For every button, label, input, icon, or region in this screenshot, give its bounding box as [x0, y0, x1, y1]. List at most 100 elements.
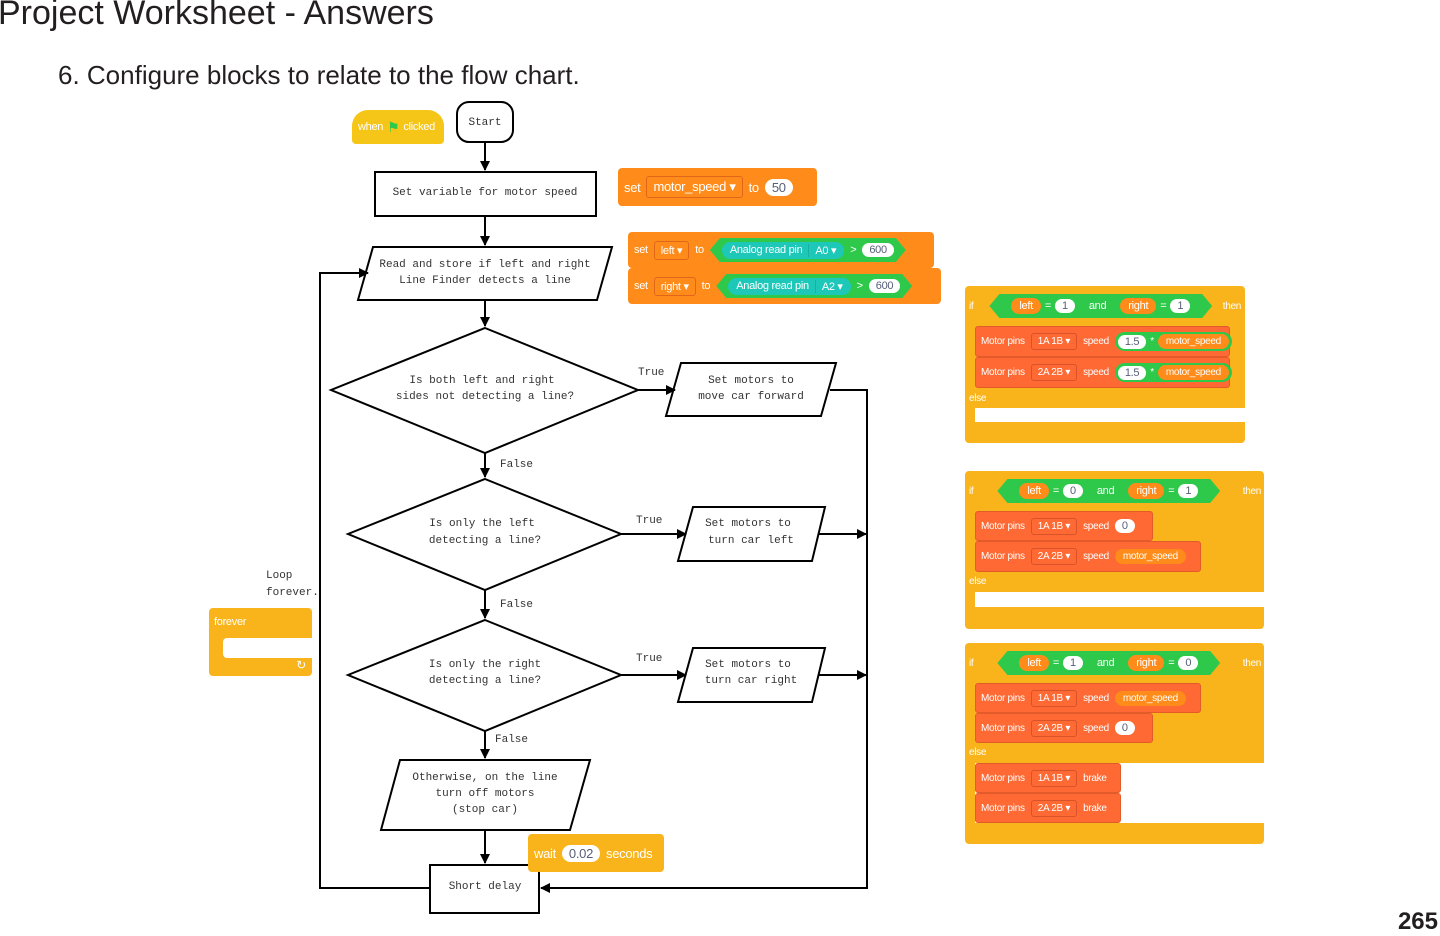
pins-dropdown[interactable]: 1A 1B ▾	[1030, 333, 1078, 350]
motor-block[interactable]: Motor pins 1A 1B ▾ speed 0	[975, 511, 1153, 541]
pins-dropdown[interactable]: 2A 2B ▾	[1030, 719, 1078, 737]
right-equals[interactable]: right = 1	[1118, 480, 1208, 502]
variable-name: motor_speed	[653, 179, 727, 194]
true-label: True	[638, 367, 664, 379]
pins-dropdown[interactable]: 1A 1B ▾	[1030, 517, 1078, 535]
pins-dropdown[interactable]: 2A 2B ▾	[1030, 364, 1078, 381]
and-condition[interactable]: left = 1 and right = 0	[997, 651, 1220, 675]
pins-dropdown[interactable]: 2A 2B ▾	[1030, 799, 1078, 817]
forever-text: forever	[214, 616, 247, 628]
right-variable: right	[1128, 655, 1164, 671]
multiply-block[interactable]: 1.5 * motor_speed	[1114, 332, 1232, 351]
decision1-text-1: Is both left and right	[409, 375, 554, 387]
motor-block[interactable]: Motor pins 2A 2B ▾ speed 1.5 * motor_speed	[975, 357, 1232, 388]
pin-value: A2	[821, 280, 835, 293]
set-right-block[interactable]: set right ▾ to Analog read pin A2 ▾ > 600	[628, 268, 941, 304]
pin-dropdown[interactable]: A2 ▾	[815, 280, 843, 293]
then-text: then	[1242, 485, 1262, 497]
motor-pins-text: Motor pins	[981, 551, 1025, 562]
if-else-block-1[interactable]: if left = 1 and right = 1 then Motor pins 1A…	[965, 286, 1245, 443]
pins-dropdown[interactable]: 2A 2B ▾	[1030, 548, 1078, 565]
speed-text: speed	[1083, 692, 1109, 704]
if-text: if	[969, 485, 974, 497]
pins-dropdown[interactable]: 1A 1B ▾	[1030, 769, 1078, 787]
motor-block[interactable]: Motor pins 2A 2B ▾ speed motor_speed	[975, 541, 1201, 572]
eq-text: =	[1052, 657, 1060, 669]
false-label: False	[500, 459, 533, 471]
if-else-block-2[interactable]: if left = 0 and right = 1 then Motor pins 1A…	[965, 471, 1264, 629]
otherwise-text-1: Otherwise, on the line	[412, 772, 557, 784]
pins-value: 1A 1B	[1037, 520, 1064, 532]
threshold-input[interactable]: 600	[862, 243, 893, 257]
false-label: False	[500, 599, 533, 611]
if-text: if	[969, 657, 974, 669]
variable-dropdown[interactable]: motor_speed ▾	[646, 176, 743, 198]
left-equals[interactable]: left = 1	[1001, 295, 1084, 317]
action-left	[676, 506, 827, 562]
sensor-text: Analog read pin	[729, 244, 803, 256]
eq-text: =	[1052, 485, 1060, 497]
pin-dropdown[interactable]: A0 ▾	[808, 244, 836, 257]
action3-text-1: Set motors to	[705, 659, 791, 671]
comparison-block[interactable]: Analog read pin A2 ▾ > 600	[716, 274, 912, 298]
forever-slot	[223, 638, 312, 658]
left-value[interactable]: 1	[1055, 299, 1075, 313]
multiply-block[interactable]: 1.5 * motor_speed	[1114, 363, 1232, 382]
set-motor-speed-block[interactable]: set motor_speed ▾ to 50	[618, 168, 817, 206]
read-text-2: Line Finder detects a line	[399, 275, 571, 287]
comparison-block[interactable]: Analog read pin A0 ▾ > 600	[710, 238, 906, 262]
right-equals[interactable]: right = 1	[1110, 295, 1200, 317]
left-value[interactable]: 1	[1063, 656, 1083, 670]
action2-text-1: Set motors to	[705, 518, 791, 530]
speed-input[interactable]: 0	[1114, 721, 1135, 735]
left-value[interactable]: 0	[1063, 484, 1083, 498]
decision3-text-1: Is only the right	[429, 659, 541, 671]
else-text: else	[969, 747, 987, 758]
set-left-block[interactable]: set left ▾ to Analog read pin A0 ▾ > 600	[628, 232, 934, 268]
multiplier-input[interactable]: 1.5	[1117, 334, 1147, 349]
action2-text-2: turn car left	[708, 535, 794, 547]
speed-text: speed	[1083, 336, 1109, 347]
speed-input[interactable]: 0	[1114, 519, 1135, 533]
and-condition[interactable]: left = 1 and right = 1	[989, 294, 1212, 318]
motor-brake-block[interactable]: Motor pins 2A 2B ▾ brake	[975, 793, 1121, 823]
motor-block[interactable]: Motor pins 2A 2B ▾ speed 0	[975, 713, 1153, 743]
variable-dropdown[interactable]: left ▾	[653, 240, 690, 260]
action1-text-1: Set motors to	[708, 375, 794, 387]
threshold-input[interactable]: 600	[869, 279, 900, 293]
forever-block[interactable]: forever ↻	[209, 608, 312, 676]
variable-dropdown[interactable]: right ▾	[653, 276, 696, 296]
true-label: True	[636, 653, 662, 665]
value-input[interactable]: 50	[764, 178, 793, 196]
right-value[interactable]: 1	[1170, 299, 1190, 313]
pins-value: 1A 1B	[1037, 692, 1064, 704]
when-flag-clicked-block[interactable]: when ⚑ clicked	[352, 110, 444, 144]
pins-dropdown[interactable]: 1A 1B ▾	[1030, 689, 1078, 707]
wait-block[interactable]: wait 0.02 seconds	[528, 834, 664, 872]
false-label: False	[495, 734, 528, 746]
wait-input[interactable]: 0.02	[561, 844, 601, 862]
multiplier-input[interactable]: 1.5	[1117, 365, 1147, 380]
motor-speed-variable: motor_speed	[1114, 690, 1186, 706]
if-else-block-3[interactable]: if left = 1 and right = 0 then Motor pins 1A…	[965, 643, 1264, 844]
times-text: *	[1150, 367, 1154, 378]
motor-block[interactable]: Motor pins 1A 1B ▾ speed 1.5 * motor_speed	[975, 326, 1232, 357]
motor-pins-text: Motor pins	[981, 520, 1025, 532]
action3-text-2: turn car right	[705, 675, 797, 687]
right-value[interactable]: 0	[1178, 656, 1198, 670]
analog-read-block[interactable]: Analog read pin A0 ▾	[722, 242, 844, 259]
motor-brake-block[interactable]: Motor pins 1A 1B ▾ brake	[975, 763, 1121, 793]
left-equals[interactable]: left = 0	[1009, 480, 1092, 502]
analog-read-block[interactable]: Analog read pin A2 ▾	[728, 278, 850, 295]
action-forward	[664, 362, 838, 417]
else-slot	[975, 592, 1264, 607]
brake-text: brake	[1083, 802, 1107, 814]
eq-text: =	[1168, 657, 1175, 669]
motor-block[interactable]: Motor pins 1A 1B ▾ speed motor_speed	[975, 683, 1201, 713]
decision2-text-2: detecting a line?	[429, 535, 541, 547]
left-equals[interactable]: left = 1	[1009, 652, 1092, 674]
and-condition[interactable]: left = 0 and right = 1	[997, 479, 1220, 503]
right-equals[interactable]: right = 0	[1118, 652, 1208, 674]
right-value[interactable]: 1	[1178, 484, 1198, 498]
otherwise-text-2: turn off motors	[435, 788, 534, 800]
